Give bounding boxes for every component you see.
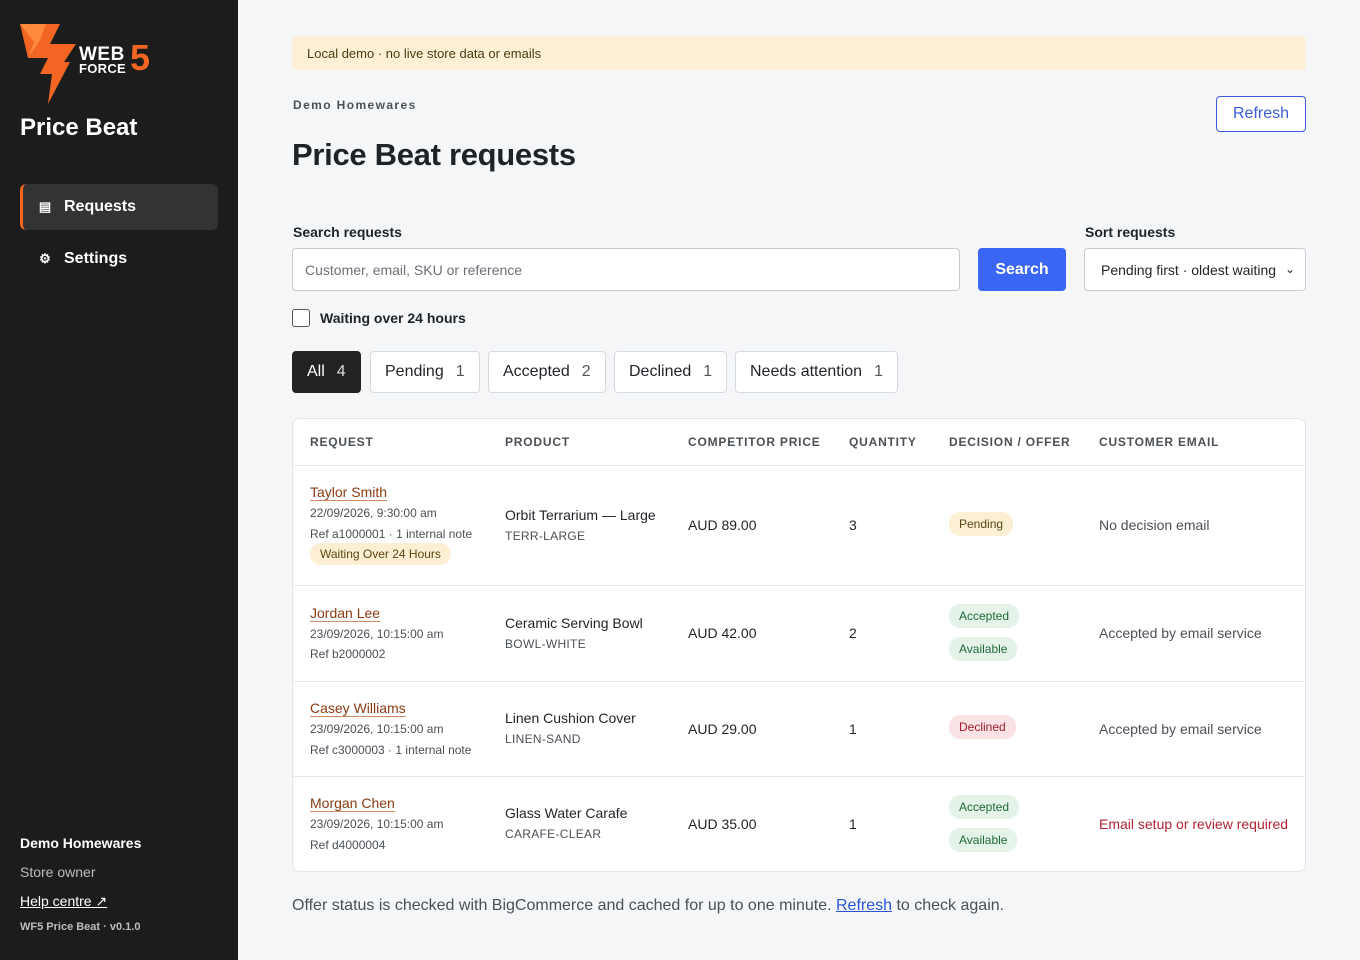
page-title: Price Beat requests — [292, 137, 576, 172]
customer-name-link[interactable]: Casey Williams — [310, 700, 406, 716]
waiting-checkbox-label[interactable]: Waiting over 24 hours — [320, 310, 466, 326]
product-name: Orbit Terrarium — Large — [505, 507, 656, 523]
tab-count: 2 — [581, 363, 591, 380]
logo-force-text: FORCE — [79, 61, 126, 76]
email-status: No decision email — [1099, 517, 1210, 533]
customer-name-link[interactable]: Taylor Smith — [310, 484, 387, 500]
search-button[interactable]: Search — [978, 248, 1066, 291]
lightning-bolt-icon — [20, 24, 76, 104]
webforce5-logo: WEB FORCE 5 — [18, 22, 163, 104]
product-sku: TERR-LARGE — [505, 529, 586, 543]
sidebar-item-requests[interactable]: ▤ Requests — [20, 184, 218, 230]
column-header: PRODUCT — [505, 435, 570, 449]
email-status: Email setup or review required — [1099, 816, 1289, 832]
gear-icon: ⚙ — [39, 251, 51, 266]
product-sku: CARAFE-CLEAR — [505, 827, 602, 841]
help-centre-link[interactable]: Help centre ↗ — [20, 893, 107, 910]
search-label: Search requests — [293, 224, 402, 240]
column-header: COMPETITOR PRICE — [688, 435, 821, 449]
tab-label: Declined — [629, 363, 692, 380]
request-date: 22/09/2026, 9:30:00 am — [310, 506, 437, 520]
product-name: Ceramic Serving Bowl — [505, 615, 643, 631]
refresh-link[interactable]: Refresh — [836, 897, 892, 914]
column-header: DECISION / OFFER — [949, 435, 1071, 449]
request-ref: Ref c3000003 · 1 internal note — [310, 743, 472, 757]
waiting-checkbox[interactable] — [292, 309, 310, 327]
product-name: Linen Cushion Cover — [505, 710, 636, 726]
competitor-price: AUD 35.00 — [688, 816, 757, 832]
table-row: Taylor Smith 22/09/2026, 9:30:00 am Ref … — [293, 465, 1305, 585]
request-date: 23/09/2026, 10:15:00 am — [310, 817, 444, 831]
list-icon: ▤ — [38, 199, 52, 214]
tab-count: 1 — [455, 363, 465, 380]
request-ref: Ref a1000001 · 1 internal note — [310, 527, 473, 541]
tab-count: 1 — [874, 363, 883, 380]
sort-selected-value: Pending first · oldest waiting — [1101, 261, 1277, 278]
waiting-badge: Waiting Over 24 Hours — [310, 543, 451, 565]
requests-table: REQUEST PRODUCT COMPETITOR PRICE QUANTIT… — [292, 418, 1306, 872]
email-status: Accepted by email service — [1099, 625, 1262, 641]
quantity: 2 — [849, 625, 857, 641]
search-input[interactable]: Customer, email, SKU or reference — [292, 248, 960, 291]
tab-all[interactable]: All 4 — [292, 351, 361, 393]
quantity: 1 — [849, 721, 857, 737]
tab-count: 1 — [703, 363, 713, 380]
competitor-price: AUD 29.00 — [688, 721, 757, 737]
product-sku: LINEN-SAND — [505, 732, 581, 746]
table-row: Casey Williams 23/09/2026, 10:15:00 am R… — [293, 681, 1305, 776]
quantity: 3 — [849, 517, 857, 533]
quantity: 1 — [849, 816, 857, 832]
tab-pending[interactable]: Pending 1 — [370, 351, 480, 393]
competitor-price: AUD 42.00 — [688, 625, 757, 641]
tab-label: All — [307, 363, 325, 380]
tab-needs-attention[interactable]: Needs attention 1 — [735, 351, 898, 393]
status-badge: Accepted — [949, 604, 1020, 628]
cache-footnote: Offer status is checked with BigCommerce… — [292, 897, 1004, 915]
status-badge: Accepted — [949, 795, 1020, 819]
app-title: Price Beat — [20, 114, 138, 141]
tab-label: Needs attention — [750, 363, 863, 380]
user-role: Store owner — [20, 864, 96, 880]
sidebar-item-label: Requests — [64, 198, 137, 215]
column-header: REQUEST — [310, 435, 374, 449]
email-status: Accepted by email service — [1099, 721, 1262, 737]
customer-name-link[interactable]: Morgan Chen — [310, 795, 395, 811]
sidebar-item-label: Settings — [64, 250, 128, 267]
logo-five-text: 5 — [130, 37, 151, 78]
request-date: 23/09/2026, 10:15:00 am — [310, 627, 444, 641]
tab-label: Accepted — [503, 363, 570, 380]
sort-label: Sort requests — [1085, 224, 1176, 240]
tab-accepted[interactable]: Accepted 2 — [488, 351, 606, 393]
product-sku: BOWL-WHITE — [505, 637, 586, 651]
refresh-button[interactable]: Refresh — [1216, 96, 1306, 132]
footnote-text-end: to check again. — [896, 897, 1005, 914]
status-badge: Pending — [949, 512, 1014, 536]
tab-label: Pending — [385, 363, 444, 380]
store-label: Demo Homewares — [293, 98, 417, 112]
request-date: 23/09/2026, 10:15:00 am — [310, 722, 444, 736]
request-ref: Ref d4000004 — [310, 838, 386, 852]
sidebar-item-settings[interactable]: ⚙ Settings — [20, 236, 218, 282]
request-ref: Ref b2000002 — [310, 647, 386, 661]
product-name: Glass Water Carafe — [505, 805, 628, 821]
competitor-price: AUD 89.00 — [688, 517, 757, 533]
tab-declined[interactable]: Declined 1 — [614, 351, 728, 393]
offer-badge: Available — [949, 828, 1018, 852]
status-badge: Declined — [949, 715, 1016, 739]
store-name: Demo Homewares — [20, 835, 142, 851]
column-header: QUANTITY — [849, 435, 917, 449]
demo-banner: Local demo · no live store data or email… — [292, 36, 1306, 70]
sidebar: WEB FORCE 5 Price Beat ▤ Requests ⚙ Sett… — [0, 0, 238, 960]
sort-select[interactable]: Pending first · oldest waiting ⌄ — [1084, 248, 1306, 291]
table-row: Morgan Chen 23/09/2026, 10:15:00 am Ref … — [293, 776, 1305, 871]
table-row: Jordan Lee 23/09/2026, 10:15:00 am Ref b… — [293, 585, 1305, 681]
customer-name-link[interactable]: Jordan Lee — [310, 605, 380, 621]
footnote-text: Offer status is checked with BigCommerce… — [292, 897, 832, 914]
column-header: CUSTOMER EMAIL — [1099, 435, 1220, 449]
chevron-down-icon: ⌄ — [1284, 262, 1295, 276]
app-version: WF5 Price Beat · v0.1.0 — [20, 921, 141, 933]
tab-count: 4 — [336, 363, 346, 380]
offer-badge: Available — [949, 637, 1018, 661]
